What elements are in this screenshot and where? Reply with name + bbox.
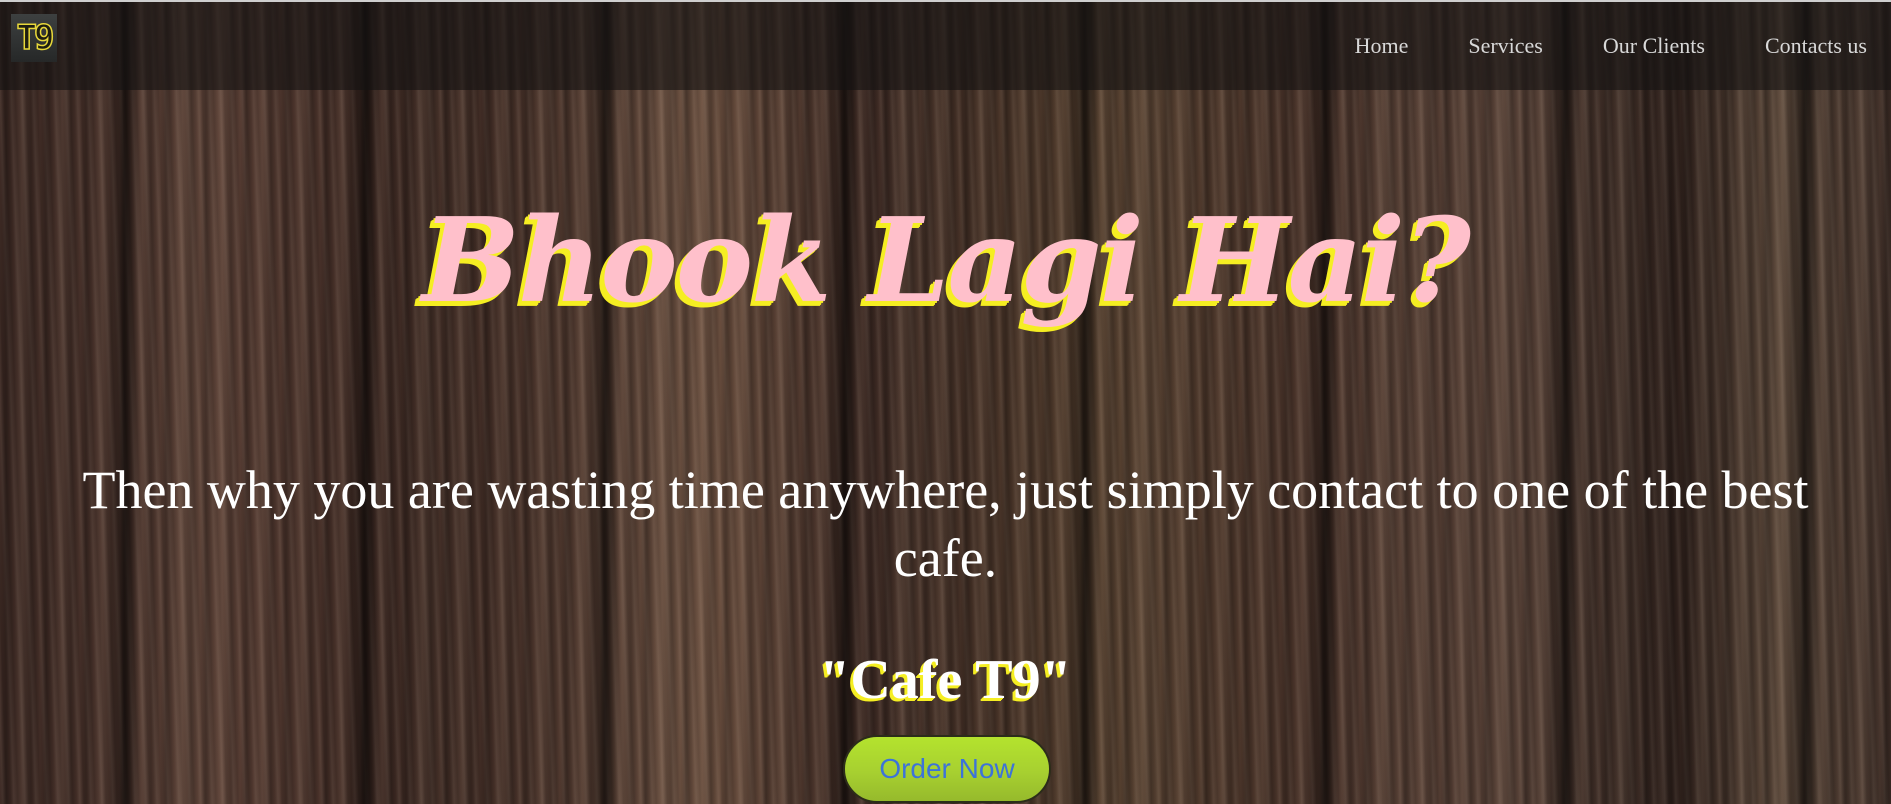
nav-links: Home Services Our Clients Contacts us <box>1355 2 1867 90</box>
hero-section: T9 Home Services Our Clients Contacts us… <box>0 0 1891 804</box>
brand-name: "Cafe T9" <box>819 649 1072 711</box>
nav-link-home[interactable]: Home <box>1355 33 1409 59</box>
logo[interactable]: T9 <box>11 14 57 62</box>
hero-tagline: Then why you are wasting time anywhere, … <box>82 460 1809 588</box>
nav-link-our-clients[interactable]: Our Clients <box>1603 33 1705 59</box>
navbar: T9 Home Services Our Clients Contacts us <box>0 2 1891 90</box>
order-now-button[interactable]: Order Now <box>843 735 1051 803</box>
hero-headline: Bhook Lagi Hai? <box>422 193 1471 329</box>
logo-text: T9 <box>16 18 55 58</box>
nav-link-contacts[interactable]: Contacts us <box>1765 33 1867 59</box>
nav-link-services[interactable]: Services <box>1468 33 1543 59</box>
